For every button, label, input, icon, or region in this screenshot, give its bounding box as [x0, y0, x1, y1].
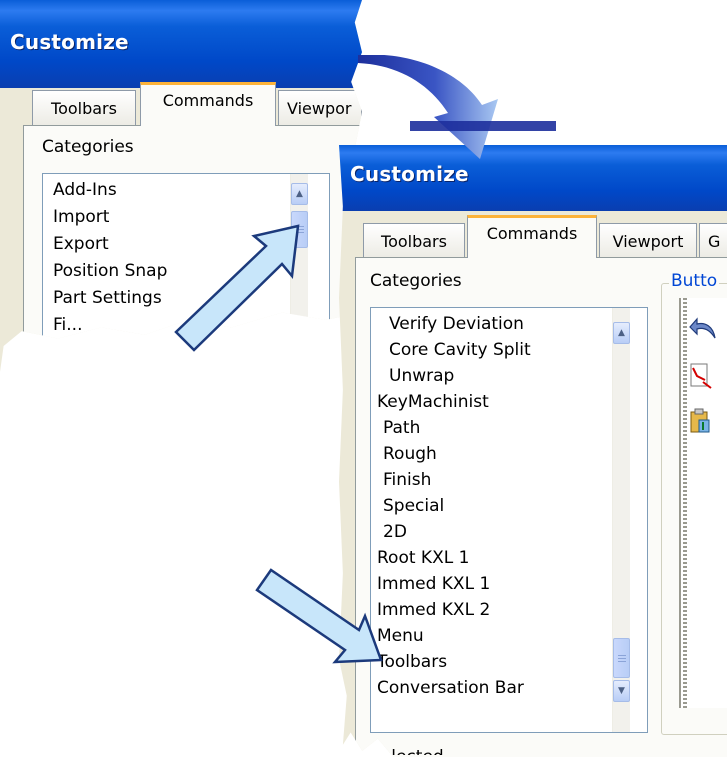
list-item[interactable]: Add-Ins — [53, 180, 117, 200]
list-item[interactable]: Import — [53, 207, 109, 227]
list-item[interactable]: 2D — [383, 522, 407, 542]
list-item[interactable]: Unwrap — [389, 366, 454, 386]
front-tab-viewport[interactable]: Viewport — [599, 223, 697, 258]
list-item[interactable]: Verify Deviation — [389, 314, 524, 334]
back-categories-label: Categories — [42, 137, 134, 157]
back-tab-toolbars[interactable]: Toolbars — [32, 90, 136, 126]
front-dialog-snapshot: Customize Toolbars Commands Viewport G C… — [339, 145, 727, 757]
front-categories-label: Categories — [370, 271, 462, 291]
list-item[interactable]: KeyMachinist — [377, 392, 489, 412]
list-item[interactable]: Export — [53, 234, 109, 254]
list-item[interactable]: Finish — [383, 470, 431, 490]
list-item[interactable]: Root KXL 1 — [377, 548, 469, 568]
buttons-grid — [679, 298, 727, 708]
list-item[interactable]: Rough — [383, 444, 437, 464]
chevron-down-icon: ▼ — [618, 686, 625, 696]
chevron-up-icon: ▲ — [296, 189, 303, 199]
clipboard-icon[interactable] — [689, 408, 713, 436]
list-item[interactable]: Special — [383, 496, 444, 516]
scroll-down-button[interactable]: ▼ — [613, 680, 630, 702]
scroll-up-button[interactable]: ▲ — [291, 183, 308, 205]
list-item[interactable]: Toolbars — [377, 652, 447, 672]
list-item[interactable]: Fi... — [53, 315, 82, 335]
list-item[interactable]: Conversation Bar — [377, 678, 524, 698]
undo-icon[interactable] — [689, 316, 719, 340]
front-list-scrollbar[interactable]: ▲ ▼ — [612, 308, 630, 732]
scroll-thumb[interactable] — [613, 638, 630, 678]
front-tab-g[interactable]: G — [699, 223, 727, 258]
back-tab-commands[interactable]: Commands — [140, 82, 276, 126]
callout-arrow-icon — [255, 568, 383, 664]
button-bar-strip — [683, 298, 687, 708]
chevron-up-icon: ▲ — [618, 328, 625, 338]
list-item[interactable]: Position Snap — [53, 261, 167, 281]
list-item[interactable]: Immed KXL 2 — [377, 600, 490, 620]
front-tab-commands[interactable]: Commands — [467, 215, 597, 258]
front-dialog-title: Customize — [350, 162, 469, 186]
curved-arrow-icon — [358, 55, 556, 159]
scroll-up-button[interactable]: ▲ — [613, 322, 630, 344]
list-item[interactable]: Core Cavity Split — [389, 340, 531, 360]
front-categories-list: Verify Deviation Core Cavity Split Unwra… — [370, 307, 648, 733]
front-tab-toolbars[interactable]: Toolbars — [363, 223, 465, 258]
list-item[interactable]: Part Settings — [53, 288, 162, 308]
back-dialog-title: Customize — [10, 30, 129, 54]
callout-arrow-icon — [174, 224, 300, 352]
buttons-group-label: Butto — [669, 271, 720, 291]
measure-icon[interactable] — [689, 362, 713, 390]
list-item[interactable]: Path — [383, 418, 420, 438]
list-item[interactable]: Immed KXL 1 — [377, 574, 490, 594]
